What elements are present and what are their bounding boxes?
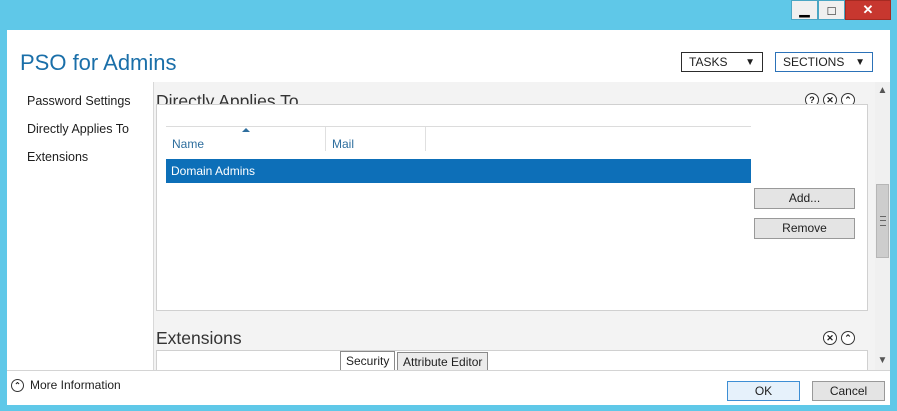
row-name-cell: Domain Admins (171, 164, 256, 178)
title-bar: ▁ □ ✕ (0, 0, 897, 30)
scroll-up-icon[interactable]: ▲ (875, 84, 890, 98)
applies-to-grid: Name Mail Domain Admins (166, 126, 751, 305)
sections-label: SECTIONS (783, 55, 845, 69)
expand-up-icon: ⌃ (11, 378, 24, 392)
remove-button[interactable]: Remove (754, 218, 855, 239)
chevron-down-icon: ▼ (855, 56, 865, 68)
dialog-window: PSO for Admins TASKS ▼ SECTIONS ▼ Passwo… (7, 30, 890, 405)
tasks-label: TASKS (689, 55, 728, 69)
minimize-icon: ▁ (799, 2, 810, 17)
cancel-button[interactable]: Cancel (812, 381, 885, 401)
scrollbar-thumb[interactable] (876, 184, 889, 258)
table-row[interactable]: Domain Admins (166, 159, 751, 183)
tab-security[interactable]: Security (340, 351, 396, 370)
extensions-title: Extensions (156, 328, 242, 348)
column-header-name[interactable]: Name (166, 127, 326, 155)
dialog-footer: ⌃ More Information OK Cancel (7, 370, 890, 405)
scroll-down-icon[interactable]: ▼ (875, 354, 890, 368)
close-section-icon[interactable]: ✕ (823, 331, 837, 345)
content-pane: Directly Applies To ? ✕ ⌃ Name Mail Doma… (153, 82, 876, 370)
tab-attribute-editor[interactable]: Attribute Editor (397, 352, 489, 370)
grid-header: Name Mail (166, 127, 751, 155)
sections-dropdown[interactable]: SECTIONS ▼ (775, 52, 873, 72)
more-information-label: More Information (30, 378, 121, 392)
vertical-scrollbar[interactable]: ▲ ▼ (875, 82, 890, 370)
nav-item-password-settings[interactable]: Password Settings (27, 92, 147, 120)
close-icon: ✕ (862, 2, 874, 17)
ok-button[interactable]: OK (727, 381, 800, 401)
section-nav: Password Settings Directly Applies To Ex… (27, 92, 147, 176)
add-button[interactable]: Add... (754, 188, 855, 209)
minimize-button[interactable]: ▁ (791, 0, 818, 20)
directly-applies-panel: Name Mail Domain Admins Add... Remove (156, 104, 868, 311)
maximize-icon: □ (827, 2, 836, 18)
column-header-mail[interactable]: Mail (326, 127, 426, 155)
close-button[interactable]: ✕ (845, 0, 891, 20)
nav-item-extensions[interactable]: Extensions (27, 148, 147, 176)
extensions-panel: Security Attribute Editor (156, 350, 868, 370)
chevron-down-icon: ▼ (745, 56, 755, 68)
nav-item-directly-applies-to[interactable]: Directly Applies To (27, 120, 147, 148)
tasks-dropdown[interactable]: TASKS ▼ (681, 52, 763, 72)
maximize-button[interactable]: □ (818, 0, 845, 20)
more-information-link[interactable]: ⌃ More Information (11, 378, 121, 392)
grip-icon (880, 216, 886, 226)
page-title: PSO for Admins (20, 50, 177, 75)
column-divider (425, 127, 426, 151)
collapse-section-icon[interactable]: ⌃ (841, 331, 855, 345)
